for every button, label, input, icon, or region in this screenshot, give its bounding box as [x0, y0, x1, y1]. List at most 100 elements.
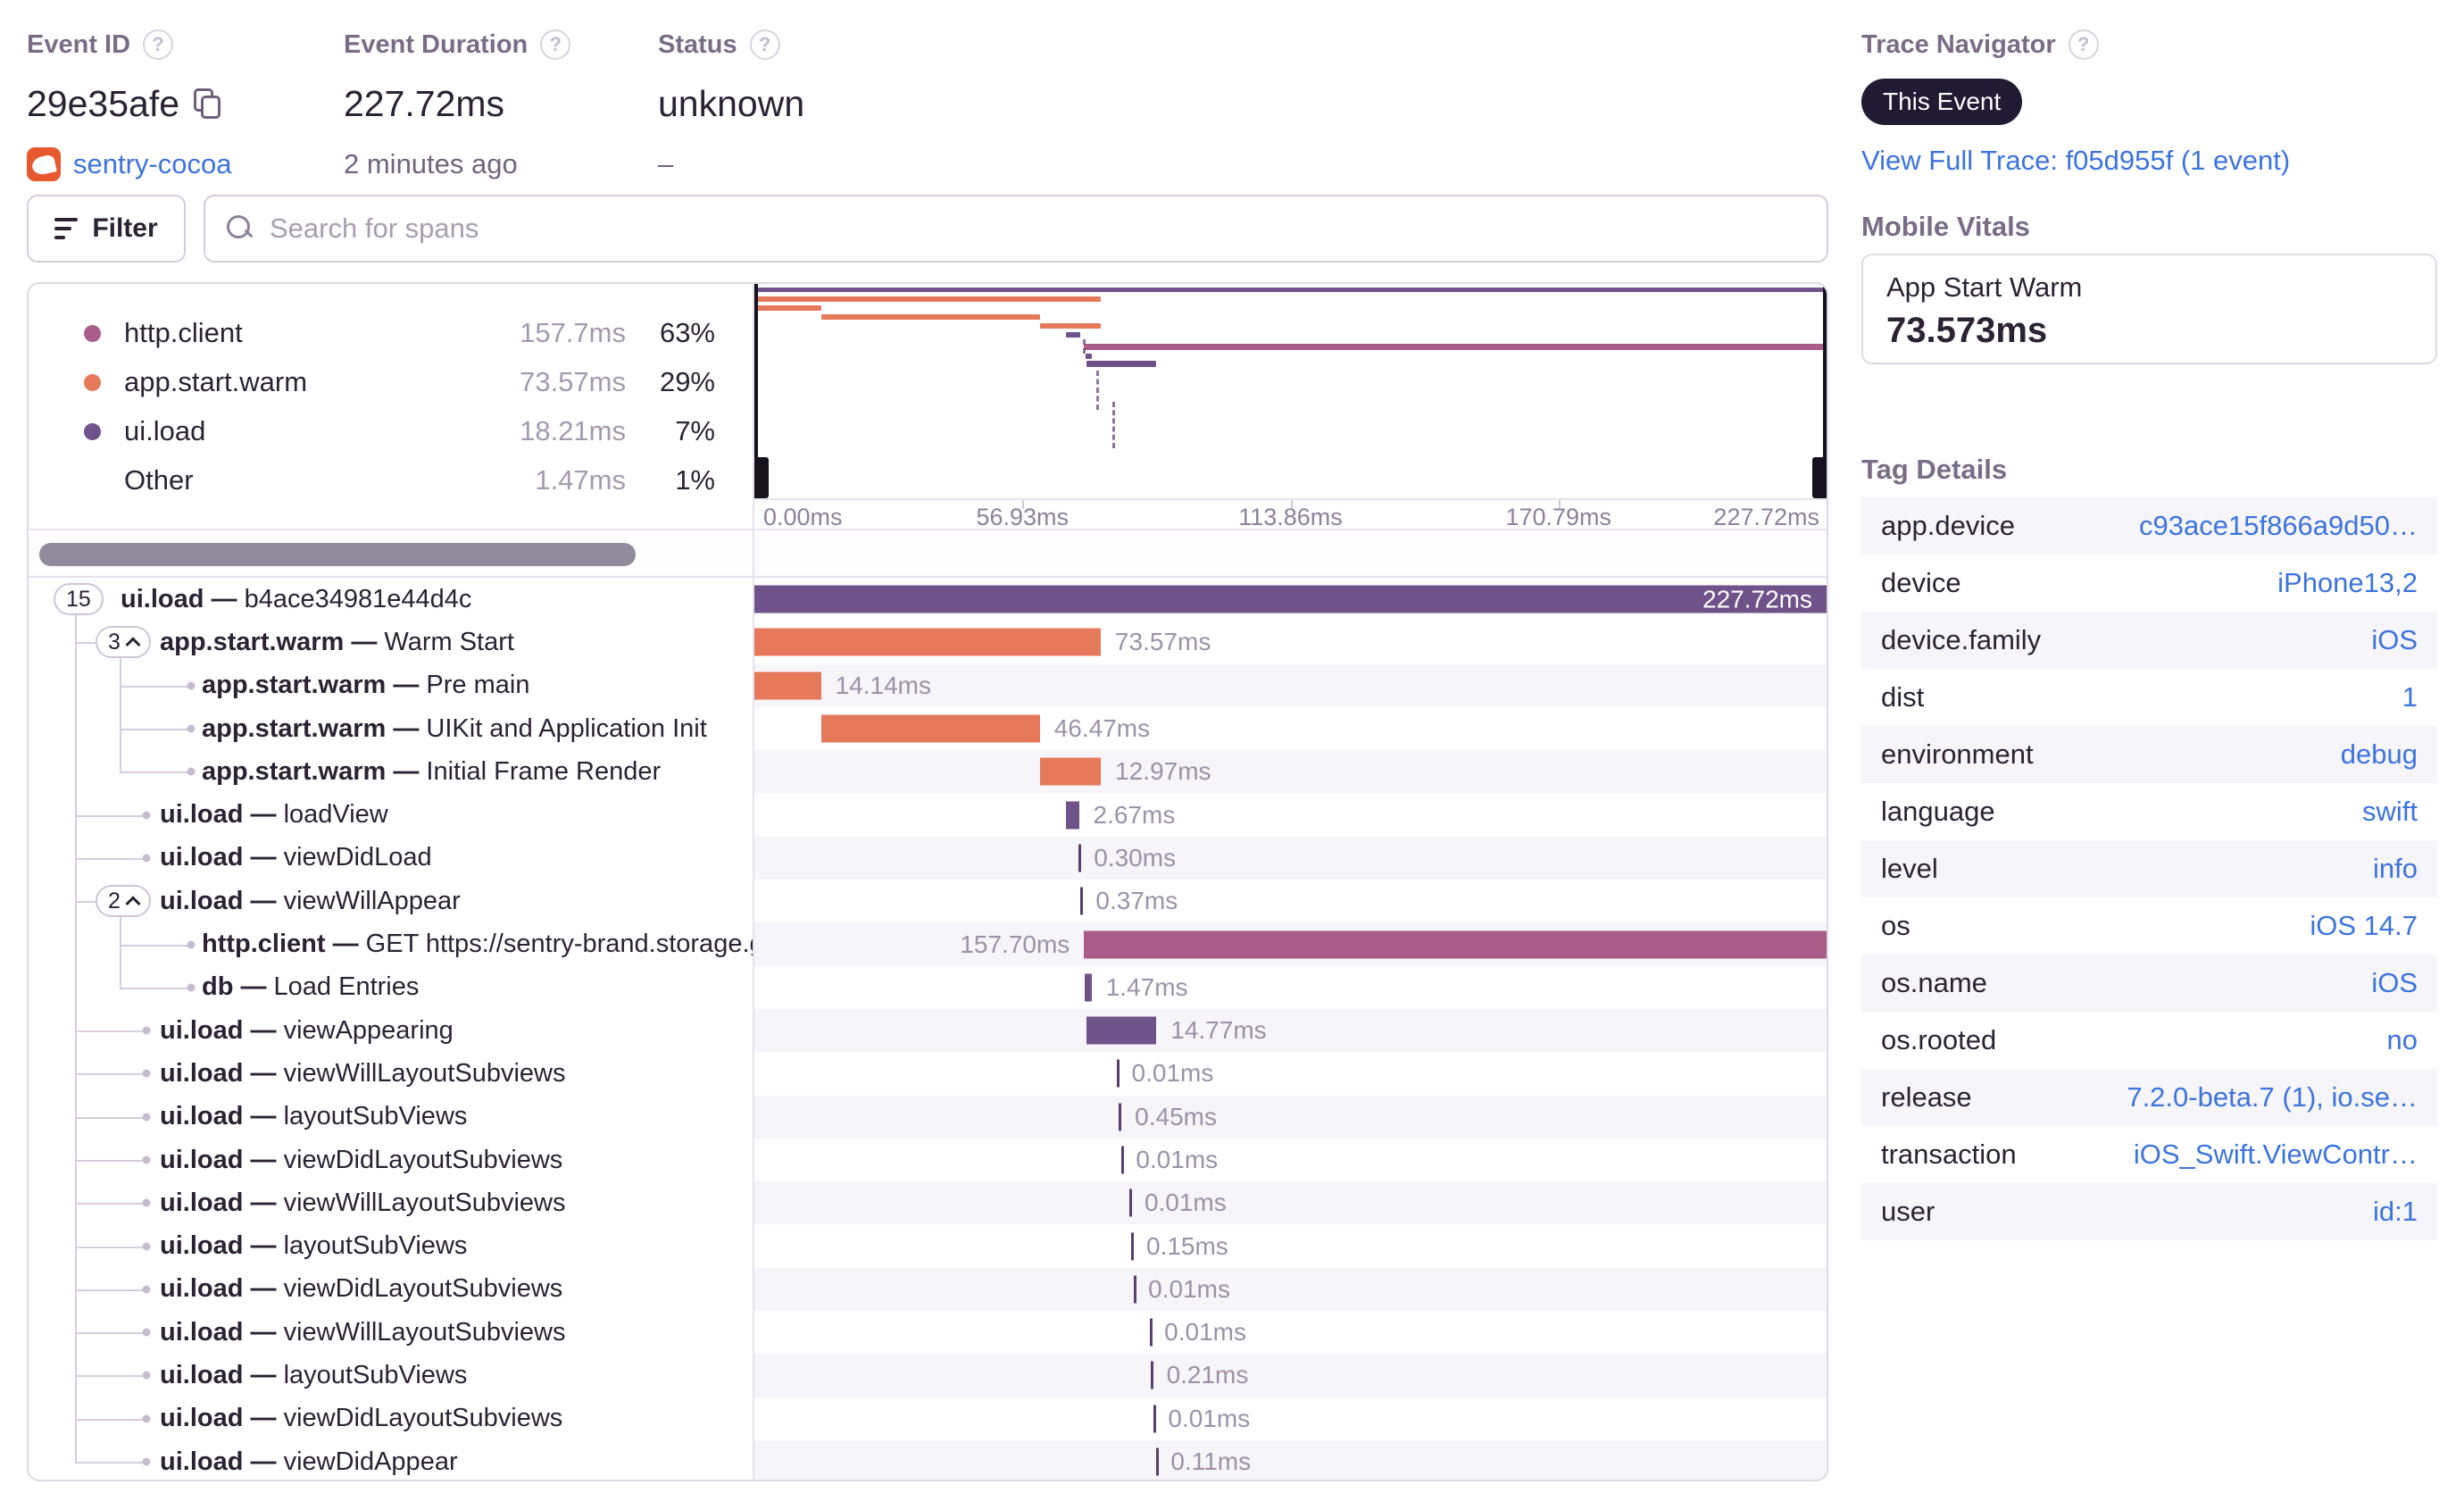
span-tree-cell[interactable]: 2 ui.load — viewWillAppear	[29, 880, 754, 922]
span-duration-cell[interactable]: 0.01ms	[754, 1397, 1827, 1440]
span-bar[interactable]	[1039, 757, 1102, 786]
span-tree-cell[interactable]: ui.load — layoutSubViews	[29, 1224, 754, 1267]
span-duration-cell[interactable]: 0.21ms	[754, 1354, 1827, 1397]
tag-value-link[interactable]: swift	[2362, 796, 2418, 828]
span-duration-cell[interactable]: 1.47ms	[754, 966, 1827, 1009]
span-duration-cell[interactable]: 0.01ms	[754, 1267, 1827, 1312]
tag-value-link[interactable]: iOS	[2371, 624, 2418, 656]
span-duration-cell[interactable]: 0.01ms	[754, 1181, 1827, 1225]
tag-value-link[interactable]: 1	[2402, 681, 2418, 713]
span-bar[interactable]	[1129, 1189, 1133, 1217]
span-row[interactable]: ui.load — layoutSubViews 0.15ms	[29, 1224, 1827, 1267]
span-children-toggle[interactable]: 15	[54, 583, 104, 616]
span-row[interactable]: app.start.warm — UIKit and Application I…	[29, 707, 1827, 750]
span-row[interactable]: ui.load — layoutSubViews 0.21ms	[29, 1354, 1827, 1397]
span-bar[interactable]	[1086, 1016, 1157, 1045]
span-tree-cell[interactable]: ui.load — loadView	[29, 793, 754, 836]
span-tree-cell[interactable]: ui.load — viewWillLayoutSubviews	[29, 1052, 754, 1095]
span-tree-cell[interactable]: ui.load — layoutSubViews	[29, 1096, 754, 1139]
view-full-trace-link[interactable]: View Full Trace: f05d955f (1 event)	[1861, 145, 2290, 176]
span-tree-cell[interactable]: ui.load — viewAppearing	[29, 1009, 754, 1052]
span-bar[interactable]	[1149, 1318, 1153, 1347]
span-tree-cell[interactable]: ui.load — viewDidAppear	[29, 1440, 754, 1480]
span-tree-cell[interactable]: ui.load — viewWillLayoutSubviews	[29, 1181, 754, 1224]
span-row[interactable]: ui.load — viewDidLayoutSubviews 0.01ms	[29, 1267, 1827, 1312]
span-bar[interactable]	[1079, 887, 1083, 915]
span-bar[interactable]	[1066, 801, 1079, 830]
span-duration-cell[interactable]: 0.37ms	[754, 880, 1827, 922]
span-duration-cell[interactable]: 2.67ms	[754, 793, 1827, 836]
span-row[interactable]: ui.load — viewDidAppear 0.11ms	[29, 1439, 1827, 1480]
span-row[interactable]: ui.load — viewWillLayoutSubviews 0.01ms	[29, 1181, 1827, 1225]
span-duration-cell[interactable]: 14.77ms	[754, 1008, 1827, 1053]
span-tree-cell[interactable]: ui.load — viewDidLoad	[29, 837, 754, 880]
span-tree-cell[interactable]: app.start.warm — UIKit and Application I…	[29, 707, 754, 750]
help-icon[interactable]: ?	[2068, 29, 2099, 60]
span-bar[interactable]	[1084, 973, 1092, 1002]
span-bar[interactable]	[1153, 1405, 1156, 1433]
tag-value-link[interactable]: 7.2.0-beta.7 (1), io.se…	[2127, 1081, 2418, 1113]
span-tree-cell[interactable]: http.client — GET https://sentry-brand.s…	[29, 922, 754, 965]
span-tree-cell[interactable]: ui.load — viewDidLayoutSubviews	[29, 1139, 754, 1181]
span-bar[interactable]	[1133, 1275, 1136, 1304]
span-duration-cell[interactable]: 0.45ms	[754, 1095, 1827, 1139]
tag-value-link[interactable]: iOS	[2371, 967, 2418, 999]
span-bar[interactable]	[754, 628, 1101, 656]
app-start-warm-card[interactable]: App Start Warm 73.573ms	[1861, 254, 2437, 364]
span-row[interactable]: app.start.warm — Pre main 14.14ms	[29, 663, 1827, 707]
tag-value-link[interactable]: no	[2387, 1024, 2418, 1056]
span-bar[interactable]	[820, 714, 1040, 743]
tag-value-link[interactable]: info	[2373, 853, 2418, 885]
span-row[interactable]: 3 app.start.warm — Warm Start 73.57ms	[29, 621, 1827, 663]
span-row[interactable]: db — Load Entries 1.47ms	[29, 966, 1827, 1009]
tag-value-link[interactable]: debug	[2341, 738, 2418, 771]
span-duration-cell[interactable]: 46.47ms	[754, 707, 1827, 750]
span-duration-cell[interactable]: 0.01ms	[754, 1311, 1827, 1354]
tag-value-link[interactable]: c93ace15f866a9d50…	[2139, 510, 2418, 542]
span-bar[interactable]	[1116, 1059, 1120, 1088]
help-icon[interactable]: ?	[143, 29, 174, 60]
minimap-left-grabber[interactable]	[754, 457, 769, 498]
span-tree-cell[interactable]: ui.load — viewWillLayoutSubviews	[29, 1311, 754, 1354]
span-row[interactable]: ui.load — viewWillLayoutSubviews 0.01ms	[29, 1311, 1827, 1354]
span-row[interactable]: ui.load — viewWillLayoutSubviews 0.01ms	[29, 1052, 1827, 1095]
span-bar[interactable]	[1131, 1232, 1135, 1261]
legend-row[interactable]: ui.load 18.21ms 7%	[84, 413, 715, 450]
help-icon[interactable]: ?	[749, 29, 780, 60]
span-row[interactable]: http.client — GET https://sentry-brand.s…	[29, 922, 1827, 966]
span-tree-cell[interactable]: 15 ui.load — b4ace34981e44d4c	[29, 578, 754, 621]
legend-row[interactable]: app.start.warm 73.57ms 29%	[84, 363, 715, 401]
span-duration-cell[interactable]: 0.15ms	[754, 1224, 1827, 1267]
tag-value-link[interactable]: iOS 14.7	[2310, 910, 2418, 942]
project-link[interactable]: sentry-cocoa	[73, 148, 231, 180]
span-bar[interactable]	[1118, 1103, 1121, 1131]
span-tree-cell[interactable]: 3 app.start.warm — Warm Start	[29, 621, 754, 663]
span-row[interactable]: ui.load — viewDidLayoutSubviews 0.01ms	[29, 1139, 1827, 1181]
legend-row[interactable]: http.client 157.7ms 63%	[84, 314, 715, 352]
span-row[interactable]: ui.load — viewDidLoad 0.30ms	[29, 836, 1827, 880]
span-bar[interactable]	[1084, 930, 1827, 959]
span-tree-cell[interactable]: app.start.warm — Initial Frame Render	[29, 750, 754, 793]
span-tree-cell[interactable]: ui.load — viewDidLayoutSubviews	[29, 1268, 754, 1311]
span-tree-cell[interactable]: ui.load — layoutSubViews	[29, 1354, 754, 1397]
trace-minimap[interactable]	[754, 284, 1827, 498]
span-duration-cell[interactable]: 0.11ms	[754, 1439, 1827, 1480]
minimap-right-grabber[interactable]	[1812, 457, 1827, 498]
span-bar[interactable]	[1078, 844, 1081, 872]
span-bar[interactable]	[1155, 1447, 1159, 1476]
filter-button[interactable]: Filter	[27, 195, 186, 263]
span-duration-cell[interactable]: 12.97ms	[754, 750, 1827, 794]
span-tree-cell[interactable]: ui.load — viewDidLayoutSubviews	[29, 1397, 754, 1440]
legend-row[interactable]: Other 1.47ms 1%	[84, 462, 715, 499]
scrollbar-thumb[interactable]	[39, 543, 636, 566]
span-tree-cell[interactable]: db — Load Entries	[29, 966, 754, 1009]
span-children-toggle[interactable]: 3	[96, 626, 151, 659]
span-row[interactable]: ui.load — viewAppearing 14.77ms	[29, 1008, 1827, 1053]
span-row[interactable]: ui.load — layoutSubViews 0.45ms	[29, 1095, 1827, 1139]
span-bar[interactable]: 227.72ms	[754, 585, 1827, 613]
span-children-toggle[interactable]: 2	[96, 885, 151, 918]
tag-value-link[interactable]: iOS_Swift.ViewContr…	[2134, 1139, 2418, 1171]
span-row[interactable]: ui.load — viewDidLayoutSubviews 0.01ms	[29, 1397, 1827, 1440]
span-row[interactable]: 15 ui.load — b4ace34981e44d4c 227.72ms	[29, 578, 1827, 621]
copy-icon[interactable]	[194, 88, 221, 119]
